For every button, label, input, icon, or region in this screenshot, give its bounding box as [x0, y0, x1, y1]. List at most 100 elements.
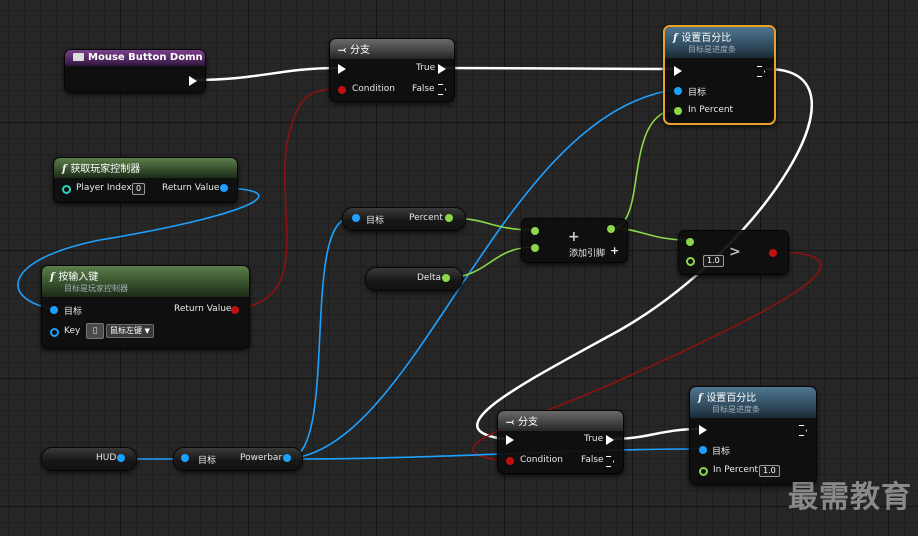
- return-value-pin[interactable]: [231, 306, 239, 314]
- target-label: 目标: [688, 88, 707, 98]
- set-percent-node-2[interactable]: f 设置百分比 目标是进度条 目标 In Percent 1.0: [689, 386, 817, 485]
- target-label: 目标: [198, 456, 217, 466]
- dropdown-arrow-icon: ▼: [144, 327, 150, 335]
- delta-label: Delta: [417, 273, 442, 283]
- condition-label: Condition: [520, 455, 563, 465]
- exec-in-pin[interactable]: [506, 435, 514, 445]
- delta-variable-node[interactable]: Delta: [365, 267, 463, 291]
- get-player-controller-title: 获取玩家控制器: [70, 164, 141, 175]
- branch-node-2[interactable]: ⤙ 分支 Condition True False: [497, 410, 624, 474]
- compare-input-b-pin[interactable]: [686, 257, 695, 266]
- compare-result-pin[interactable]: [769, 249, 777, 257]
- add-float-node[interactable]: + 添加引脚 +: [521, 218, 628, 263]
- branch-node-2-title: 分支: [518, 417, 538, 428]
- compare-input-a-pin[interactable]: [686, 238, 694, 246]
- branch-node-1-header: ⤙ 分支: [330, 39, 454, 59]
- function-icon: f: [673, 33, 678, 44]
- branch-node-1-title: 分支: [350, 45, 370, 56]
- return-value-pin[interactable]: [220, 184, 228, 192]
- key-select-value: 鼠标左键: [110, 326, 142, 335]
- get-percent-node[interactable]: 目标 Percent: [342, 207, 466, 231]
- greater-symbol: >: [729, 244, 741, 260]
- target-pin[interactable]: [181, 454, 189, 462]
- exec-in-pin[interactable]: [338, 64, 346, 74]
- in-percent-pin[interactable]: [699, 467, 708, 476]
- false-exec-pin[interactable]: [606, 456, 614, 467]
- false-exec-pin[interactable]: [438, 84, 446, 95]
- get-player-controller-node[interactable]: f 获取玩家控制器 Player Index 0 Return Value: [53, 157, 238, 203]
- event-icon: [73, 53, 84, 61]
- true-label: True: [416, 63, 436, 73]
- float-wire-add-set1: [610, 108, 680, 229]
- add-symbol: +: [568, 229, 580, 245]
- hud-label: HUD: [96, 453, 117, 463]
- delta-pin[interactable]: [442, 274, 450, 282]
- true-label: True: [584, 434, 604, 444]
- set-percent-node-1[interactable]: f 设置百分比 目标是进度条 目标 In Percent: [663, 25, 776, 125]
- add-output-pin[interactable]: [607, 225, 615, 233]
- obj-wire-powerbar-getpercent: [286, 217, 351, 460]
- hud-variable-node[interactable]: HUD: [41, 447, 137, 471]
- target-label: 目标: [712, 447, 731, 457]
- powerbar-getter-node[interactable]: 目标 Powerbar: [173, 447, 303, 471]
- branch-node-1[interactable]: ⤙ 分支 Condition True False: [329, 38, 455, 102]
- branch-icon: ⤙: [506, 417, 514, 428]
- true-exec-pin[interactable]: [438, 64, 446, 74]
- get-player-controller-header: f 获取玩家控制器: [54, 158, 237, 178]
- condition-label: Condition: [352, 84, 395, 94]
- target-pin[interactable]: [674, 87, 682, 95]
- set-percent-1-title: 设置百分比: [681, 33, 732, 44]
- condition-pin[interactable]: [506, 457, 514, 465]
- percent-label: Percent: [409, 213, 443, 223]
- branch-icon: ⤙: [338, 45, 346, 56]
- player-index-label: Player Index: [76, 183, 132, 193]
- add-pin-plus-icon[interactable]: +: [610, 244, 619, 257]
- obj-wire-powerbar-set2: [286, 448, 701, 460]
- percent-pin[interactable]: [445, 214, 453, 222]
- powerbar-label: Powerbar: [240, 453, 283, 463]
- in-percent-input[interactable]: 1.0: [759, 465, 780, 477]
- player-index-input[interactable]: 0: [132, 183, 146, 195]
- in-percent-pin[interactable]: [674, 107, 682, 115]
- player-index-pin[interactable]: [62, 185, 71, 194]
- exec-wire-event-branch1: [191, 66, 340, 82]
- add-pin-label[interactable]: 添加引脚: [569, 246, 605, 259]
- compare-value-input[interactable]: 1.0: [703, 255, 724, 267]
- target-pin[interactable]: [699, 446, 707, 454]
- branch-node-2-header: ⤙ 分支: [498, 411, 623, 431]
- target-pin[interactable]: [352, 214, 360, 222]
- return-value-label: Return Value: [174, 304, 232, 314]
- function-icon: f: [50, 272, 55, 283]
- hud-pin[interactable]: [117, 454, 125, 462]
- key-select-dropdown[interactable]: 鼠标左键 ▼: [106, 324, 154, 338]
- powerbar-pin[interactable]: [283, 454, 291, 462]
- return-value-label: Return Value: [162, 183, 220, 193]
- obj-wire-powerbar-set1: [286, 88, 680, 460]
- exec-in-pin[interactable]: [674, 66, 682, 76]
- true-exec-pin[interactable]: [606, 435, 614, 445]
- false-label: False: [581, 455, 604, 465]
- condition-pin[interactable]: [338, 86, 346, 94]
- event-node-header: Mouse Button Domn: [65, 50, 205, 66]
- exec-in-pin[interactable]: [699, 425, 707, 435]
- mouse-button-event-node[interactable]: Mouse Button Domn: [64, 49, 206, 93]
- target-pin[interactable]: [50, 306, 58, 314]
- event-node-title: Mouse Button Domn: [88, 52, 203, 63]
- exec-out-pin[interactable]: [799, 425, 807, 436]
- input-key-header: f 按输入键 目标是玩家控制器: [42, 266, 249, 297]
- watermark: 最需教育: [788, 480, 912, 515]
- function-icon: f: [62, 164, 67, 175]
- target-label: 目标: [64, 307, 83, 317]
- greater-compare-node[interactable]: 1.0 >: [678, 230, 789, 275]
- exec-out-pin[interactable]: [189, 76, 197, 86]
- blueprint-graph-canvas[interactable]: Mouse Button Domn ⤙ 分支 Condition True Fal…: [0, 0, 918, 536]
- add-input-a-pin[interactable]: [531, 227, 539, 235]
- add-input-b-pin[interactable]: [531, 244, 539, 252]
- exec-out-pin[interactable]: [757, 66, 765, 77]
- set-percent-2-title: 设置百分比: [706, 393, 757, 404]
- function-icon: f: [698, 393, 703, 404]
- key-pin[interactable]: [50, 328, 59, 337]
- input-key-node[interactable]: f 按输入键 目标是玩家控制器 目标 Return Value Key ▯ 鼠标左…: [41, 265, 250, 349]
- input-key-title: 按输入键: [58, 272, 99, 283]
- mouse-icon[interactable]: ▯: [86, 323, 104, 339]
